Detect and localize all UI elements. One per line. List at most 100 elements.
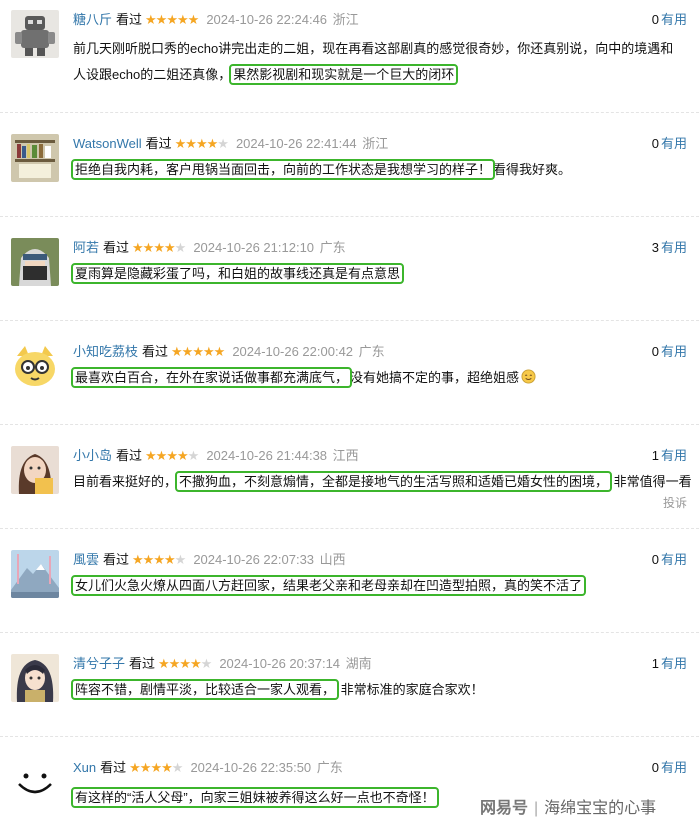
username-link[interactable]: Xun — [73, 760, 96, 775]
user-avatar[interactable] — [11, 654, 59, 702]
vote-count: 0 — [651, 552, 659, 567]
vote-useful-button[interactable]: 有用 — [661, 448, 687, 463]
vote-count: 3 — [651, 240, 659, 255]
watched-label: 看过 — [116, 12, 143, 27]
review-time: 2024-10-26 22:07:33 — [193, 552, 315, 567]
review-location: 山西 — [319, 552, 346, 567]
review-text: 前几天刚听脱口秀的echo讲完出走的二姐，现在再看这部剧真的感觉很奇妙，你还真别… — [73, 36, 687, 88]
review-text: 最喜欢白百合，在外在家说话做事都充满底气， 没有她搞不定的事，超绝姐感 — [70, 365, 687, 391]
vote-count: 1 — [651, 448, 659, 463]
vote-useful[interactable]: 1 有用 — [652, 447, 687, 465]
rating-stars: ★★★★★ — [145, 448, 199, 463]
watched-label: 看过 — [145, 136, 172, 151]
vote-useful-button[interactable]: 有用 — [661, 760, 687, 775]
vote-useful[interactable]: 1 有用 — [652, 655, 687, 673]
divider — [0, 528, 699, 529]
rating-stars: ★★★★★ — [174, 136, 229, 151]
review-item: 風雲 看过 ★★★★★ 2024-10-26 22:07:33 山西 0 有用 女儿们火… — [0, 550, 699, 610]
review-meta: 清兮子子 看过 ★★★★★ 2024-10-26 20:37:14 湖南 — [73, 655, 372, 673]
vote-useful[interactable]: 0 有用 — [652, 343, 687, 361]
rating-stars: ★★★★★ — [129, 760, 183, 775]
watermark-author: 海绵宝宝的心事 — [544, 800, 657, 817]
divider — [0, 112, 699, 113]
username-link[interactable]: 小知吃荔枝 — [73, 344, 138, 359]
username-link[interactable]: 小小岛 — [73, 448, 112, 463]
review-text-tail: 看得我好爽。 — [493, 162, 572, 177]
username-link[interactable]: 糖八斤 — [73, 12, 112, 27]
vote-useful[interactable]: 0 有用 — [652, 135, 687, 153]
watched-label: 看过 — [100, 760, 127, 775]
username-link[interactable]: 阿若 — [73, 240, 99, 255]
username-link[interactable]: 風雲 — [73, 552, 99, 567]
user-avatar[interactable] — [11, 134, 59, 182]
highlighted-text: 最喜欢白百合，在外在家说话做事都充满底气， — [70, 367, 353, 388]
review-meta: 小知吃荔枝 看过 ★★★★★ 2024-10-26 22:00:42 广东 — [73, 343, 385, 361]
rating-stars: ★★★★★ — [132, 240, 186, 255]
review-location: 广东 — [316, 760, 343, 775]
bookshelf-avatar-icon — [11, 134, 59, 182]
vote-useful-button[interactable]: 有用 — [661, 136, 687, 151]
review-text: 目前看来挺好的， 不撒狗血，不刻意煽情，全都是接地气的生活写照和适婚已婚女性的困境… — [73, 469, 693, 495]
vote-useful-button[interactable]: 有用 — [661, 240, 687, 255]
anime-character-avatar-icon — [11, 654, 59, 702]
review-time: 2024-10-26 22:41:44 — [235, 136, 357, 151]
vote-count: 0 — [651, 12, 659, 27]
highlighted-text: 夏雨算是隐藏彩蛋了吗，和白姐的故事线还真是有点意思 — [70, 263, 405, 284]
review-meta: 小小岛 看过 ★★★★★ 2024-10-26 21:44:38 江西 — [73, 447, 359, 465]
review-time: 2024-10-26 22:00:42 — [232, 344, 354, 359]
review-text: 拒绝自我内耗，客户甩锅当面回击，向前的工作状态是我想学习的样子！ 看得我好爽。 — [70, 157, 687, 183]
highlighted-text: 有这样的“活人父母”，向家三姐妹被养得这么好一点也不奇怪！ — [71, 787, 439, 808]
review-item: 糖八斤 看过 ★★★★★ 2024-10-26 22:24:46 浙江 0 有用 前几天… — [0, 10, 699, 90]
watched-label: 看过 — [103, 552, 130, 567]
vote-count: 0 — [651, 344, 659, 359]
vote-count: 1 — [651, 656, 659, 671]
vote-useful[interactable]: 3 有用 — [652, 239, 687, 257]
user-avatar[interactable] — [11, 342, 59, 390]
review-item: WatsonWell 看过 ★★★★★ 2024-10-26 22:41:44 浙江 … — [0, 134, 699, 194]
divider — [0, 736, 699, 737]
username-link[interactable]: WatsonWell — [73, 136, 142, 151]
cartoon-dog-avatar-icon — [11, 342, 59, 390]
review-location: 广东 — [358, 344, 385, 359]
vote-useful-button[interactable]: 有用 — [661, 656, 687, 671]
review-location: 浙江 — [362, 136, 389, 151]
review-time: 2024-10-26 21:44:38 — [206, 448, 328, 463]
review-location: 江西 — [332, 448, 359, 463]
review-text-tail: 非常值得一看 — [613, 474, 692, 489]
highlighted-text: 不撒狗血，不刻意煽情，全都是接地气的生活写照和适婚已婚女性的困境， — [175, 471, 613, 492]
smiley-face-avatar-icon — [11, 758, 59, 806]
review-time: 2024-10-26 22:35:50 — [190, 760, 312, 775]
rating-stars: ★★★★★ — [171, 344, 225, 359]
rating-stars: ★★★★★ — [145, 12, 199, 27]
review-meta: 糖八斤 看过 ★★★★★ 2024-10-26 22:24:46 浙江 — [73, 11, 359, 29]
review-item: 阿若 看过 ★★★★★ 2024-10-26 21:12:10 广东 3 有用 夏雨算是… — [0, 238, 699, 298]
user-avatar[interactable] — [11, 10, 59, 58]
review-time: 2024-10-26 22:24:46 — [206, 12, 328, 27]
review-time: 2024-10-26 21:12:10 — [193, 240, 315, 255]
user-avatar[interactable] — [11, 446, 59, 494]
review-item: 小小岛 看过 ★★★★★ 2024-10-26 21:44:38 江西 1 有用 目前看… — [0, 446, 699, 516]
vote-useful-button[interactable]: 有用 — [661, 344, 687, 359]
review-text: 有这样的“活人父母”，向家三姐妹被养得这么好一点也不奇怪！ — [71, 785, 473, 811]
vote-useful[interactable]: 0 有用 — [652, 551, 687, 569]
divider — [0, 632, 699, 633]
user-avatar[interactable] — [11, 550, 59, 598]
review-meta: Xun 看过 ★★★★★ 2024-10-26 22:35:50 广东 — [73, 759, 343, 777]
report-link[interactable]: 投诉 — [663, 494, 687, 511]
rating-stars: ★★★★★ — [132, 552, 186, 567]
vote-useful-button[interactable]: 有用 — [661, 552, 687, 567]
review-time: 2024-10-26 20:37:14 — [219, 656, 341, 671]
divider — [0, 424, 699, 425]
vote-useful-button[interactable]: 有用 — [661, 12, 687, 27]
masked-ninja-avatar-icon — [11, 238, 59, 286]
watched-label: 看过 — [116, 448, 143, 463]
vote-useful[interactable]: 0 有用 — [652, 11, 687, 29]
vote-useful[interactable]: 0 有用 — [652, 759, 687, 777]
user-avatar[interactable] — [11, 758, 59, 806]
highlighted-text: 阵容不错，剧情平淡，比较适合一家人观看， — [70, 679, 340, 700]
user-avatar[interactable] — [11, 238, 59, 286]
review-item: 小知吃荔枝 看过 ★★★★★ 2024-10-26 22:00:42 广东 0 有用 最… — [0, 342, 699, 402]
username-link[interactable]: 清兮子子 — [73, 656, 125, 671]
watched-label: 看过 — [129, 656, 156, 671]
vote-count: 0 — [651, 760, 659, 775]
